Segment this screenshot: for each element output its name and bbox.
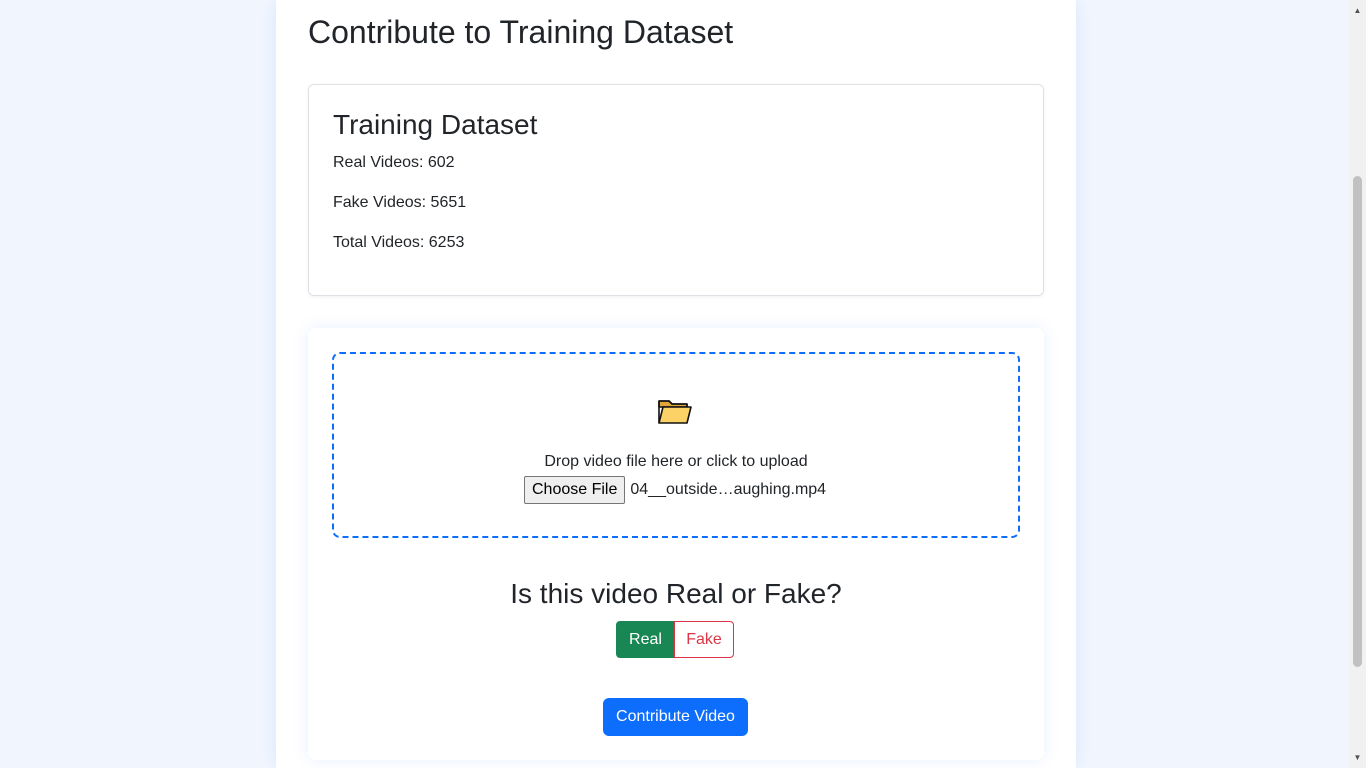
label-toggle-group: Real Fake bbox=[616, 621, 734, 658]
scroll-up-icon[interactable]: ▲ bbox=[1349, 2, 1366, 19]
real-button[interactable]: Real bbox=[616, 621, 675, 658]
contribute-video-button[interactable]: Contribute Video bbox=[603, 698, 748, 736]
folder-icon bbox=[657, 397, 693, 425]
selected-file-name: 04__outside…aughing.mp4 bbox=[630, 481, 827, 498]
choose-file-button[interactable]: Choose File bbox=[524, 476, 626, 504]
fake-videos-count: Fake Videos: 5651 bbox=[333, 194, 467, 211]
upload-card: Drop video file here or click to upload … bbox=[308, 328, 1044, 760]
real-or-fake-question: Is this video Real or Fake? bbox=[510, 578, 842, 609]
total-videos-count: Total Videos: 6253 bbox=[333, 234, 465, 251]
page-title: Contribute to Training Dataset bbox=[308, 14, 734, 50]
file-input[interactable]: Choose File 04__outside…aughing.mp4 bbox=[524, 476, 826, 504]
video-dropzone[interactable]: Drop video file here or click to upload … bbox=[332, 352, 1020, 538]
scroll-down-icon[interactable]: ▼ bbox=[1349, 749, 1366, 766]
scrollbar-thumb[interactable] bbox=[1353, 176, 1362, 667]
real-videos-count: Real Videos: 602 bbox=[333, 154, 455, 171]
dataset-stats-card: Training Dataset Real Videos: 602 Fake V… bbox=[308, 84, 1044, 296]
drop-instruction: Drop video file here or click to upload bbox=[544, 453, 808, 470]
fake-button[interactable]: Fake bbox=[674, 621, 734, 658]
stats-title: Training Dataset bbox=[333, 109, 538, 140]
vertical-scrollbar[interactable]: ▲ ▼ bbox=[1349, 0, 1366, 768]
main-container: Contribute to Training Dataset Training … bbox=[276, 0, 1076, 768]
